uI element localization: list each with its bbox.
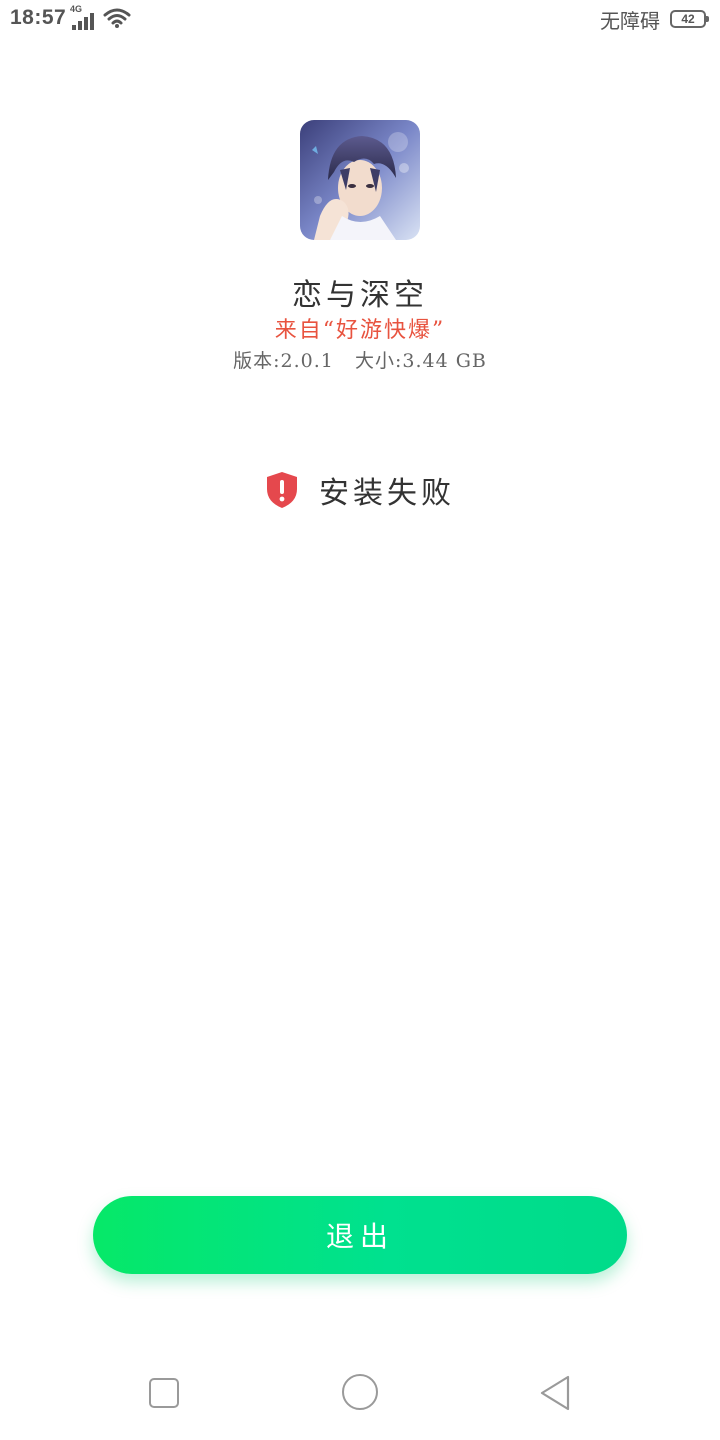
battery-level: 42: [681, 12, 695, 26]
home-circle-icon[interactable]: [342, 1374, 378, 1410]
navigation-bar: [0, 1350, 720, 1440]
recents-square-icon[interactable]: [149, 1378, 179, 1408]
status-bar: 18:57 4G 无障碍 42: [0, 0, 720, 38]
install-result-screen: 18:57 4G 无障碍 42 恋与深空 来自“好游快爆” 版本:2.0.1 大…: [0, 0, 720, 1440]
cellular-signal: 4G: [70, 4, 100, 30]
result-text: 安装失败: [319, 476, 455, 511]
wifi-icon: [103, 8, 131, 28]
back-triangle-icon[interactable]: [538, 1374, 572, 1412]
install-result: 安装失败: [0, 470, 720, 511]
app-name: 恋与深空: [292, 278, 428, 313]
app-meta: 版本:2.0.1 大小:3.44 GB: [0, 346, 720, 373]
app-source: 来自“好游快爆”: [274, 318, 446, 343]
accessibility-label: 无障碍: [600, 8, 660, 33]
shield-alert-icon: [267, 472, 297, 508]
app-icon: [300, 120, 420, 240]
exit-button-label: 退出: [325, 1220, 394, 1253]
signal-icon: [72, 13, 94, 30]
app-version: 版本:2.0.1: [233, 350, 334, 372]
status-right-group: 无障碍 42: [600, 6, 709, 33]
status-time: 18:57: [10, 6, 67, 29]
app-size: 大小:3.44 GB: [354, 350, 487, 372]
battery-icon: 42: [670, 10, 709, 28]
exit-button[interactable]: 退出: [93, 1196, 627, 1274]
app-icon-artwork: [300, 120, 420, 240]
